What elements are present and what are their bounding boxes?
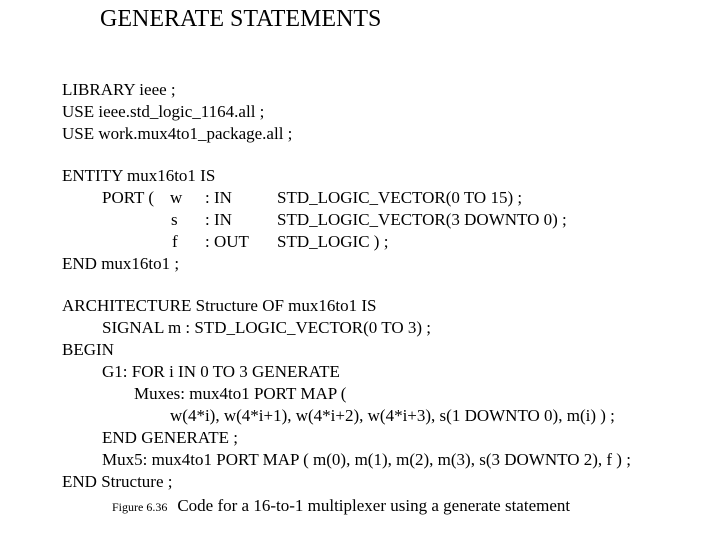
architecture-line: END Structure ;	[62, 472, 173, 491]
port-name: w	[170, 188, 183, 207]
use-line: USE work.mux4to1_package.all ;	[62, 124, 293, 143]
figure-number: Figure 6.36	[112, 500, 168, 514]
architecture-line: G1: FOR i IN 0 TO 3 GENERATE	[102, 362, 340, 381]
architecture-line: Muxes: mux4to1 PORT MAP (	[134, 384, 347, 403]
architecture-line: SIGNAL m : STD_LOGIC_VECTOR(0 TO 3) ;	[102, 318, 431, 337]
entity-footer: END mux16to1 ;	[62, 254, 180, 273]
architecture-line: ARCHITECTURE Structure OF mux16to1 IS	[62, 296, 377, 315]
port-keyword: PORT (	[102, 188, 155, 207]
architecture-line: Mux5: mux4to1 PORT MAP ( m(0), m(1), m(2…	[102, 450, 631, 469]
architecture-line: w(4*i), w(4*i+1), w(4*i+2), w(4*i+3), s(…	[170, 406, 615, 425]
port-type: STD_LOGIC ) ;	[277, 232, 389, 251]
architecture-line: END GENERATE ;	[102, 428, 238, 447]
port-mode: : IN	[205, 188, 232, 207]
entity-header: ENTITY mux16to1 IS	[62, 166, 216, 185]
port-type: STD_LOGIC_VECTOR(3 DOWNTO 0) ;	[277, 210, 567, 229]
architecture-line: BEGIN	[62, 340, 114, 359]
port-mode: : OUT	[205, 232, 249, 251]
use-line: USE ieee.std_logic_1164.all ;	[62, 102, 265, 121]
port-mode: : IN	[205, 210, 232, 229]
port-name: s	[171, 210, 178, 229]
caption-text: Code for a 16-to-1 multiplexer using a g…	[177, 496, 571, 515]
slide-title: GENERATE STATEMENTS	[100, 6, 382, 32]
port-type: STD_LOGIC_VECTOR(0 TO 15) ;	[277, 188, 523, 207]
figure-caption: Figure 6.36 Code for a 16-to-1 multiplexe…	[112, 496, 570, 516]
port-name: f	[172, 232, 178, 251]
library-line: LIBRARY ieee ;	[62, 80, 176, 99]
